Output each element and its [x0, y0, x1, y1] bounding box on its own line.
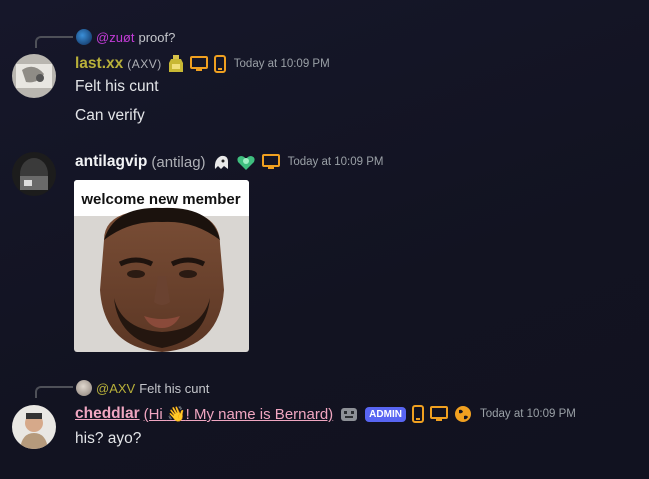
message-header: antilagvip (antilag) Today at 10:09 PM	[75, 153, 383, 171]
ghost-badge-icon[interactable]	[212, 153, 230, 171]
username[interactable]: cheddlar	[75, 405, 140, 423]
reply-avatar	[76, 29, 92, 45]
reply-preview[interactable]: @zuøt proof?	[76, 29, 175, 45]
reply-connector	[35, 386, 73, 398]
server-tag[interactable]: (AXV)	[127, 57, 162, 71]
desktop-icon	[261, 154, 280, 170]
message-line: his? ayo?	[75, 430, 142, 447]
reply-mention[interactable]: @zuøt	[96, 30, 134, 45]
image-attachment[interactable]: welcome new member	[74, 180, 249, 352]
display-tag-suffix: ! My name is Bernard)	[185, 406, 334, 423]
display-tag: (antilag)	[151, 153, 206, 171]
timestamp[interactable]: Today at 10:09 PM	[480, 408, 576, 420]
reply-text: Felt his cunt	[139, 380, 210, 396]
reply-text: proof?	[138, 29, 176, 45]
desktop-icon	[189, 56, 208, 72]
message-line: Can verify	[75, 107, 145, 124]
timestamp[interactable]: Today at 10:09 PM	[234, 58, 330, 70]
username[interactable]: antilagvip	[75, 153, 147, 171]
message-header: cheddlar (Hi 👋! My name is Bernard) ADMI…	[75, 405, 576, 423]
message-line: Felt his cunt	[75, 78, 159, 95]
reply-preview[interactable]: @AXV Felt his cunt	[76, 380, 209, 396]
username[interactable]: last.xx	[75, 55, 123, 73]
display-tag[interactable]: (Hi 👋! My name is Bernard)	[144, 405, 334, 423]
admin-badge[interactable]: ADMIN	[365, 406, 406, 422]
mobile-icon	[411, 405, 424, 423]
robot-badge-icon[interactable]	[339, 405, 359, 423]
avatar[interactable]	[12, 54, 56, 98]
message-header: last.xx (AXV) Today at 10:09 PM	[75, 55, 330, 73]
mobile-icon	[213, 55, 226, 73]
globe-icon	[454, 405, 472, 423]
meme-caption: welcome new member	[80, 191, 240, 208]
potion-badge-icon[interactable]	[168, 55, 184, 73]
display-tag-prefix: (Hi	[143, 406, 167, 423]
timestamp[interactable]: Today at 10:09 PM	[288, 156, 384, 168]
reply-mention[interactable]: @AXV	[96, 381, 135, 396]
avatar[interactable]	[12, 405, 56, 449]
avatar[interactable]	[12, 152, 56, 196]
desktop-icon	[429, 406, 448, 422]
reply-connector	[35, 36, 73, 48]
wave-emoji: 👋	[166, 406, 186, 423]
green-heart-badge-icon[interactable]	[236, 153, 256, 171]
reply-avatar	[76, 380, 92, 396]
